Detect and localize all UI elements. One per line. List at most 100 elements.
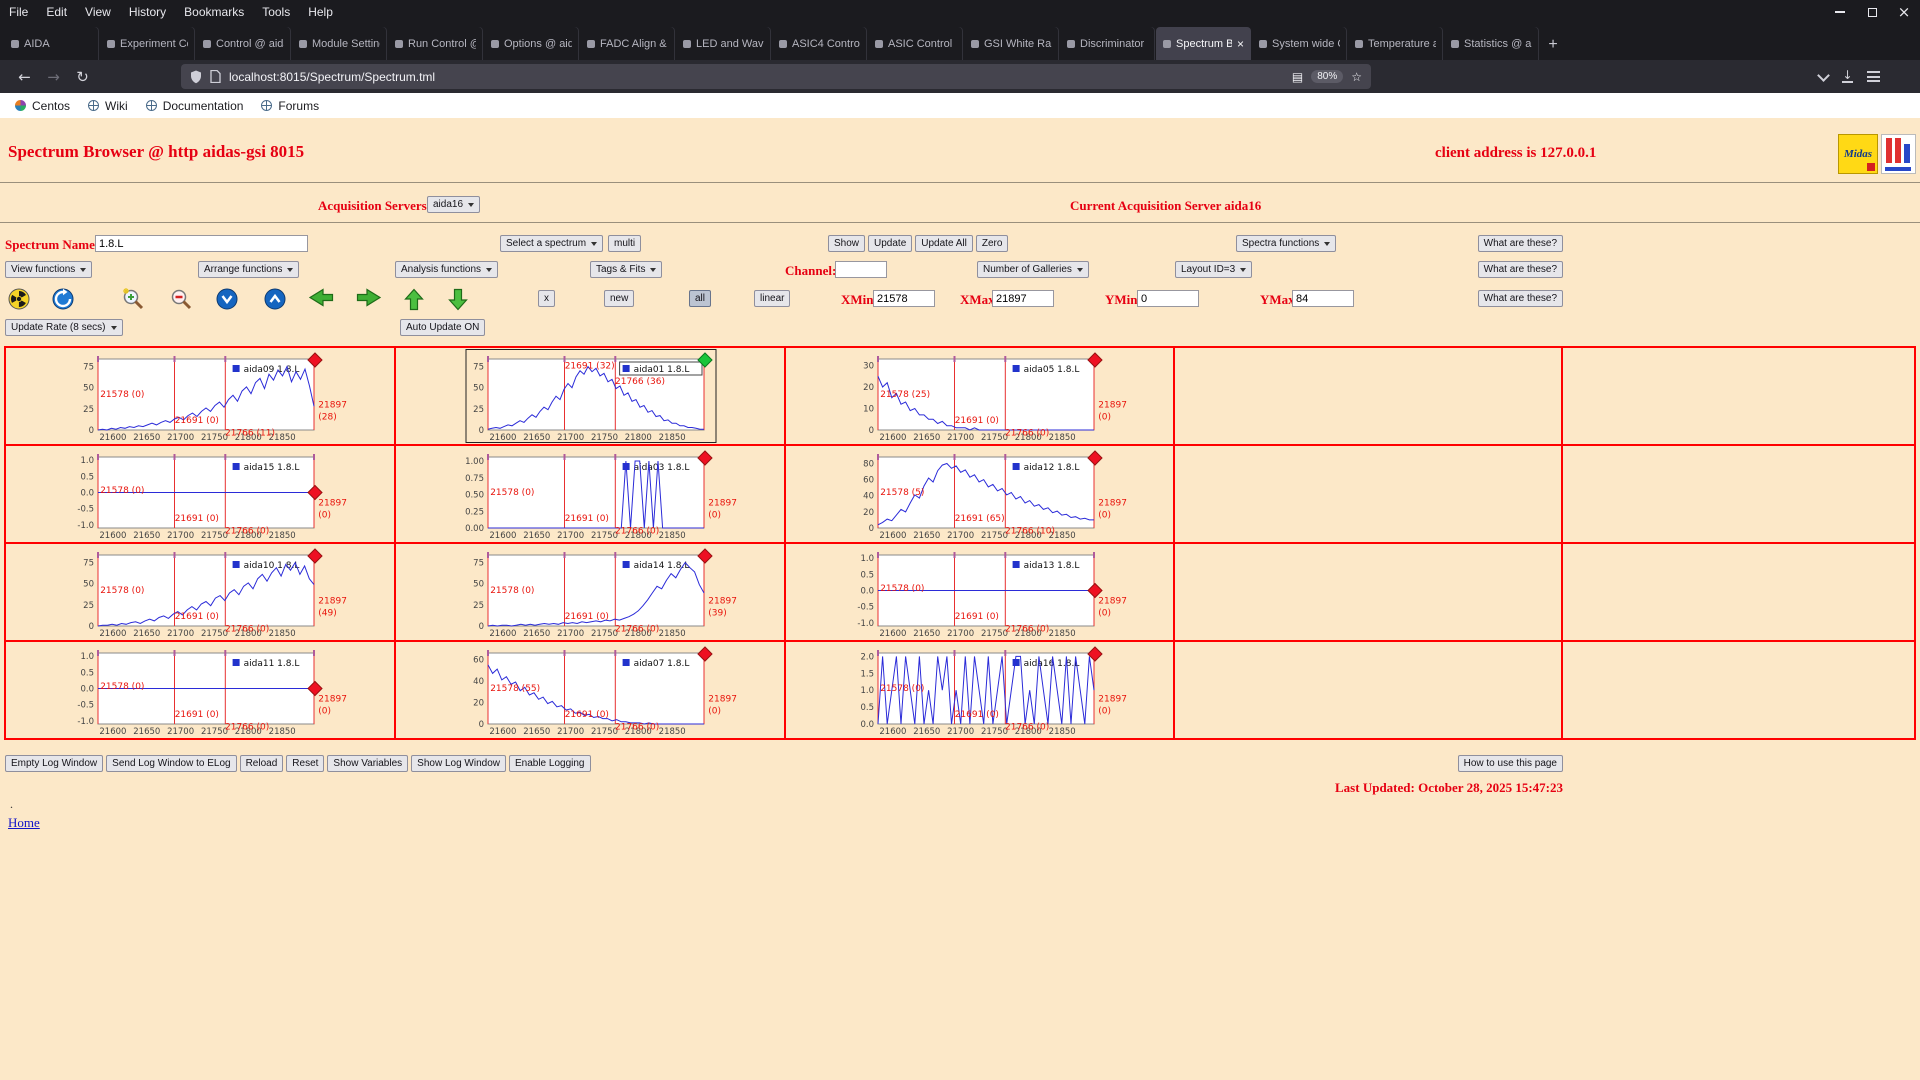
bookmark-wiki[interactable]: Wiki [79, 93, 137, 118]
update-all-button[interactable]: Update All [915, 235, 973, 252]
close-icon[interactable]: × [1888, 0, 1920, 24]
minimize-icon[interactable] [1824, 0, 1856, 24]
url-bar[interactable]: localhost:8015/Spectrum/Spectrum.tml ▤ 8… [181, 64, 1371, 89]
menu-file[interactable]: File [0, 5, 37, 19]
enable-logging-button[interactable]: Enable Logging [509, 755, 591, 772]
shield-icon[interactable] [190, 70, 202, 84]
acq-server-select[interactable]: aida16 [427, 196, 480, 213]
tab-system-wide-c[interactable]: System wide C [1252, 27, 1347, 60]
menu-edit[interactable]: Edit [37, 5, 76, 19]
how-to-use-button[interactable]: How to use this page [1458, 755, 1563, 772]
tab-temperature-a[interactable]: Temperature a [1348, 27, 1443, 60]
spectrum-chart-aida15[interactable]: 1.00.50.0-0.5-1.021600216502170021750218… [6, 446, 396, 544]
send-log-window-to-elog-button[interactable]: Send Log Window to ELog [106, 755, 236, 772]
reload-icon[interactable]: ↻ [68, 68, 97, 86]
what-are-these-button-3[interactable]: What are these? [1478, 290, 1563, 307]
auto-update-button[interactable]: Auto Update ON [400, 319, 485, 336]
zoom-out-icon[interactable] [170, 288, 194, 315]
ymax-input[interactable] [1292, 290, 1354, 307]
spectrum-chart-aida03[interactable]: 1.000.750.500.250.0021600216502170021750… [396, 446, 786, 544]
ymin-input[interactable] [1137, 290, 1199, 307]
bookmark-centos[interactable]: Centos [6, 93, 79, 118]
reset-button[interactable]: Reset [286, 755, 324, 772]
radiation-icon[interactable] [8, 288, 30, 315]
menu-help[interactable]: Help [299, 5, 342, 19]
zoom-in-icon[interactable] [122, 288, 146, 315]
linear-scale-button[interactable]: linear [754, 290, 790, 307]
tab-fadc-align[interactable]: FADC Align & [580, 27, 675, 60]
tab-close-icon[interactable]: × [1237, 37, 1244, 51]
select-spectrum-dropdown[interactable]: Select a spectrum [500, 235, 603, 252]
spectrum-chart-aida05[interactable]: 3020100216002165021700217502180021850aid… [786, 348, 1175, 446]
xmin-input[interactable] [873, 290, 935, 307]
zero-button[interactable]: Zero [976, 235, 1009, 252]
spectrum-chart-aida13[interactable]: 1.00.50.0-0.5-1.021600216502170021750218… [786, 544, 1175, 642]
home-link[interactable]: Home [8, 815, 40, 831]
all-button[interactable]: all [689, 290, 711, 307]
spectrum-chart-aida14[interactable]: 7550250216002165021700217502180021850aid… [396, 544, 786, 642]
empty-log-window-button[interactable]: Empty Log Window [5, 755, 103, 772]
spectrum-name-input[interactable] [95, 235, 308, 252]
refresh-icon[interactable] [52, 288, 74, 315]
tab-run-control[interactable]: Run Control @ [388, 27, 483, 60]
spectrum-chart-aida10[interactable]: 7550250216002165021700217502180021850aid… [6, 544, 396, 642]
xmax-input[interactable] [992, 290, 1054, 307]
tab-asic4-control[interactable]: ASIC4 Control [772, 27, 867, 60]
tags-fits-dropdown[interactable]: Tags & Fits [590, 261, 662, 278]
what-are-these-button-1[interactable]: What are these? [1478, 235, 1563, 252]
multi-button[interactable]: multi [608, 235, 641, 252]
downloads-icon[interactable]: ↓ [1842, 70, 1853, 83]
channel-input[interactable] [835, 261, 887, 278]
tab-spectrum-br[interactable]: Spectrum Br× [1156, 27, 1251, 60]
layout-id-dropdown[interactable]: Layout ID=3 [1175, 261, 1252, 278]
menu-tools[interactable]: Tools [253, 5, 299, 19]
arrange-functions-dropdown[interactable]: Arrange functions [198, 261, 299, 278]
spectrum-chart-aida12[interactable]: 806040200216002165021700217502180021850a… [786, 446, 1175, 544]
next-arrow-icon[interactable] [356, 288, 382, 312]
prev-arrow-icon[interactable] [308, 288, 334, 312]
tab-discriminator[interactable]: Discriminator [1060, 27, 1155, 60]
reload-button[interactable]: Reload [240, 755, 284, 772]
maximize-icon[interactable] [1856, 0, 1888, 24]
scroll-bottom-icon[interactable] [216, 288, 238, 315]
view-functions-dropdown[interactable]: View functions [5, 261, 92, 278]
analysis-functions-dropdown[interactable]: Analysis functions [395, 261, 498, 278]
what-are-these-button-2[interactable]: What are these? [1478, 261, 1563, 278]
down-arrow-icon[interactable] [448, 288, 468, 316]
pocket-icon[interactable] [1817, 69, 1830, 82]
bookmark-forums[interactable]: Forums [252, 93, 328, 118]
spectrum-chart-aida07[interactable]: 6040200216002165021700217502180021850aid… [396, 642, 786, 740]
tab-led-and-wave[interactable]: LED and Wave [676, 27, 771, 60]
tab-module-setting[interactable]: Module Setting [292, 27, 387, 60]
bookmark-documentation[interactable]: Documentation [137, 93, 253, 118]
page-info-icon[interactable] [210, 70, 221, 83]
num-galleries-dropdown[interactable]: Number of Galleries [977, 261, 1089, 278]
update-rate-dropdown[interactable]: Update Rate (8 secs) [5, 319, 123, 336]
reader-mode-icon[interactable]: ▤ [1292, 70, 1303, 84]
x-projection-button[interactable]: x [538, 290, 555, 307]
menu-bookmarks[interactable]: Bookmarks [175, 5, 253, 19]
show-variables-button[interactable]: Show Variables [327, 755, 408, 772]
zoom-level-badge[interactable]: 80% [1311, 70, 1343, 83]
spectrum-chart-aida16[interactable]: 2.01.51.00.50.02160021650217002175021800… [786, 642, 1175, 740]
tab-asic-control[interactable]: ASIC Control @ [868, 27, 963, 60]
hamburger-menu-icon[interactable] [1867, 71, 1880, 82]
show-log-window-button[interactable]: Show Log Window [411, 755, 506, 772]
spectrum-chart-aida11[interactable]: 1.00.50.0-0.5-1.021600216502170021750218… [6, 642, 396, 740]
menu-history[interactable]: History [120, 5, 175, 19]
tab-control-aida[interactable]: Control @ aida [196, 27, 291, 60]
new-window-button[interactable]: new [604, 290, 634, 307]
spectrum-chart-aida01[interactable]: 7550250216002165021700217502180021850aid… [396, 348, 786, 446]
tab-aida[interactable]: AIDA [4, 27, 99, 60]
bookmark-star-icon[interactable]: ☆ [1351, 70, 1362, 84]
back-icon[interactable]: ← [10, 68, 39, 86]
new-tab-button[interactable]: + [1540, 30, 1566, 60]
tab-experiment-co[interactable]: Experiment Co [100, 27, 195, 60]
spectrum-chart-aida09[interactable]: 7550250216002165021700217502180021850aid… [6, 348, 396, 446]
menu-view[interactable]: View [76, 5, 120, 19]
show-button[interactable]: Show [828, 235, 865, 252]
scroll-top-icon[interactable] [264, 288, 286, 315]
update-button[interactable]: Update [868, 235, 912, 252]
forward-icon[interactable]: → [39, 68, 68, 86]
tab-statistics-ai[interactable]: Statistics @ ai [1444, 27, 1539, 60]
